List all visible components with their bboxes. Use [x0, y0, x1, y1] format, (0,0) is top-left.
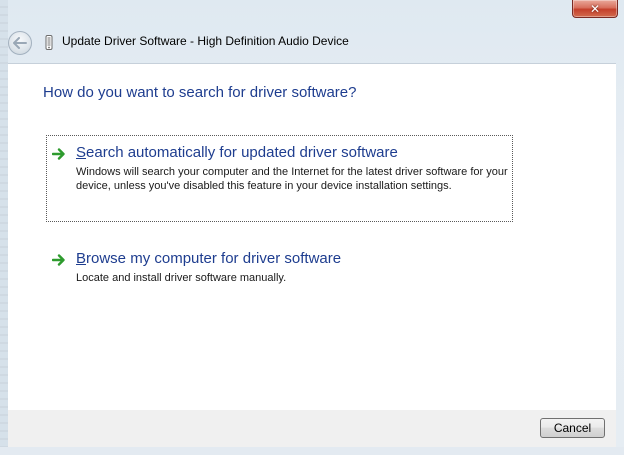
green-arrow-icon [52, 148, 65, 160]
window-frame-edge [0, 0, 8, 455]
browse-computer-description: Locate and install driver software manua… [76, 272, 287, 284]
browse-computer-option[interactable]: Browse my computer for driver software L… [46, 241, 513, 291]
window-frame-bottom [0, 447, 624, 455]
search-automatically-option[interactable]: Search automatically for updated driver … [46, 135, 513, 222]
search-automatically-label: earch automatically for updated driver s… [86, 144, 398, 161]
green-arrow-icon [52, 254, 65, 266]
cancel-button[interactable]: Cancel [540, 418, 605, 438]
window-title: Update Driver Software - High Definition… [62, 34, 349, 48]
browse-computer-title: Browse my computer for driver software [76, 250, 341, 267]
button-bar: Cancel [8, 410, 616, 447]
back-arrow-icon [13, 37, 27, 49]
update-driver-window: ✕ Update Driver Software - High Definiti… [0, 0, 624, 455]
close-button[interactable]: ✕ [572, 0, 618, 18]
search-automatically-title: Search automatically for updated driver … [76, 144, 398, 161]
browse-computer-accelerator: B [76, 250, 87, 267]
close-icon: ✕ [589, 1, 601, 16]
back-button[interactable] [8, 31, 32, 55]
page-heading: How do you want to search for driver sof… [43, 84, 357, 101]
search-automatically-description: Windows will search your computer and th… [76, 166, 508, 192]
search-automatically-accelerator: S [76, 144, 87, 161]
browse-computer-label: rowse my computer for driver software [86, 250, 342, 267]
content-panel: How do you want to search for driver sof… [8, 63, 616, 411]
audio-device-icon [45, 35, 53, 50]
